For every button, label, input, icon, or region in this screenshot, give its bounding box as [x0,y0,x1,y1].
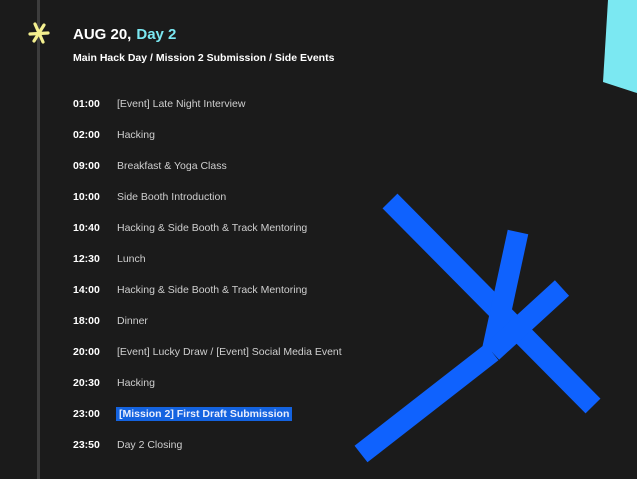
schedule-row: 01:00 [Event] Late Night Interview [73,88,342,119]
schedule-event: [Event] Late Night Interview [117,97,246,110]
schedule-time: 01:00 [73,97,100,110]
asterisk-marker-icon [28,22,50,44]
day-subtitle: Main Hack Day / Mission 2 Submission / S… [73,52,335,64]
schedule-list: 01:00 [Event] Late Night Interview 02:00 H… [73,88,342,460]
schedule-event: Dinner [117,314,148,327]
schedule-event: Lunch [117,252,146,265]
schedule-row: 10:40 Hacking & Side Booth & Track Mentor… [73,212,342,243]
schedule-time: 10:00 [73,190,100,203]
schedule-time: 02:00 [73,128,100,141]
schedule-time: 12:30 [73,252,100,265]
schedule-time: 20:00 [73,345,100,358]
schedule-time: 20:30 [73,376,100,389]
schedule-time: 14:00 [73,283,100,296]
date-label: AUG 20, [73,26,132,43]
schedule-event: Hacking [117,376,155,389]
cyan-corner-shape [603,0,637,94]
schedule-event: Hacking & Side Booth & Track Mentoring [117,221,308,234]
day-header: AUG 20, Day 2 Main Hack Day / Mission 2 S… [73,25,334,64]
schedule-event: Hacking [117,128,155,141]
schedule-time: 09:00 [73,159,100,172]
schedule-time: 23:50 [73,438,100,451]
schedule-row: 20:30 Hacking [73,367,342,398]
schedule-page: AUG 20, Day 2 Main Hack Day / Mission 2 S… [0,0,637,479]
schedule-event: [Event] Lucky Draw / [Event] Social Medi… [117,345,342,358]
schedule-row: 12:30 Lunch [73,243,342,274]
schedule-event-highlighted: [Mission 2] First Draft Submission [116,406,293,421]
day-label: Day 2 [136,26,177,43]
schedule-row: 18:00 Dinner [73,305,342,336]
schedule-row: 14:00 Hacking & Side Booth & Track Mentor… [73,274,342,305]
blue-asterisk-graphic [354,193,601,463]
date-heading: AUG 20, Day 2 [73,25,334,45]
schedule-row: 09:00 Breakfast & Yoga Class [73,150,342,181]
schedule-time: 10:40 [73,221,100,234]
timeline-line [37,0,40,479]
schedule-row: 02:00 Hacking [73,119,342,150]
schedule-event: Side Booth Introduction [117,190,227,203]
schedule-time: 23:00 [73,407,100,420]
schedule-row: 10:00 Side Booth Introduction [73,181,342,212]
schedule-event: Breakfast & Yoga Class [117,159,227,172]
schedule-row-highlighted: 23:00 [Mission 2] First Draft Submission [73,398,342,429]
schedule-row: 20:00 [Event] Lucky Draw / [Event] Social… [73,336,342,367]
schedule-event: Hacking & Side Booth & Track Mentoring [117,283,308,296]
schedule-time: 18:00 [73,314,100,327]
schedule-row: 23:50 Day 2 Closing [73,429,342,460]
schedule-event: Day 2 Closing [117,438,183,451]
